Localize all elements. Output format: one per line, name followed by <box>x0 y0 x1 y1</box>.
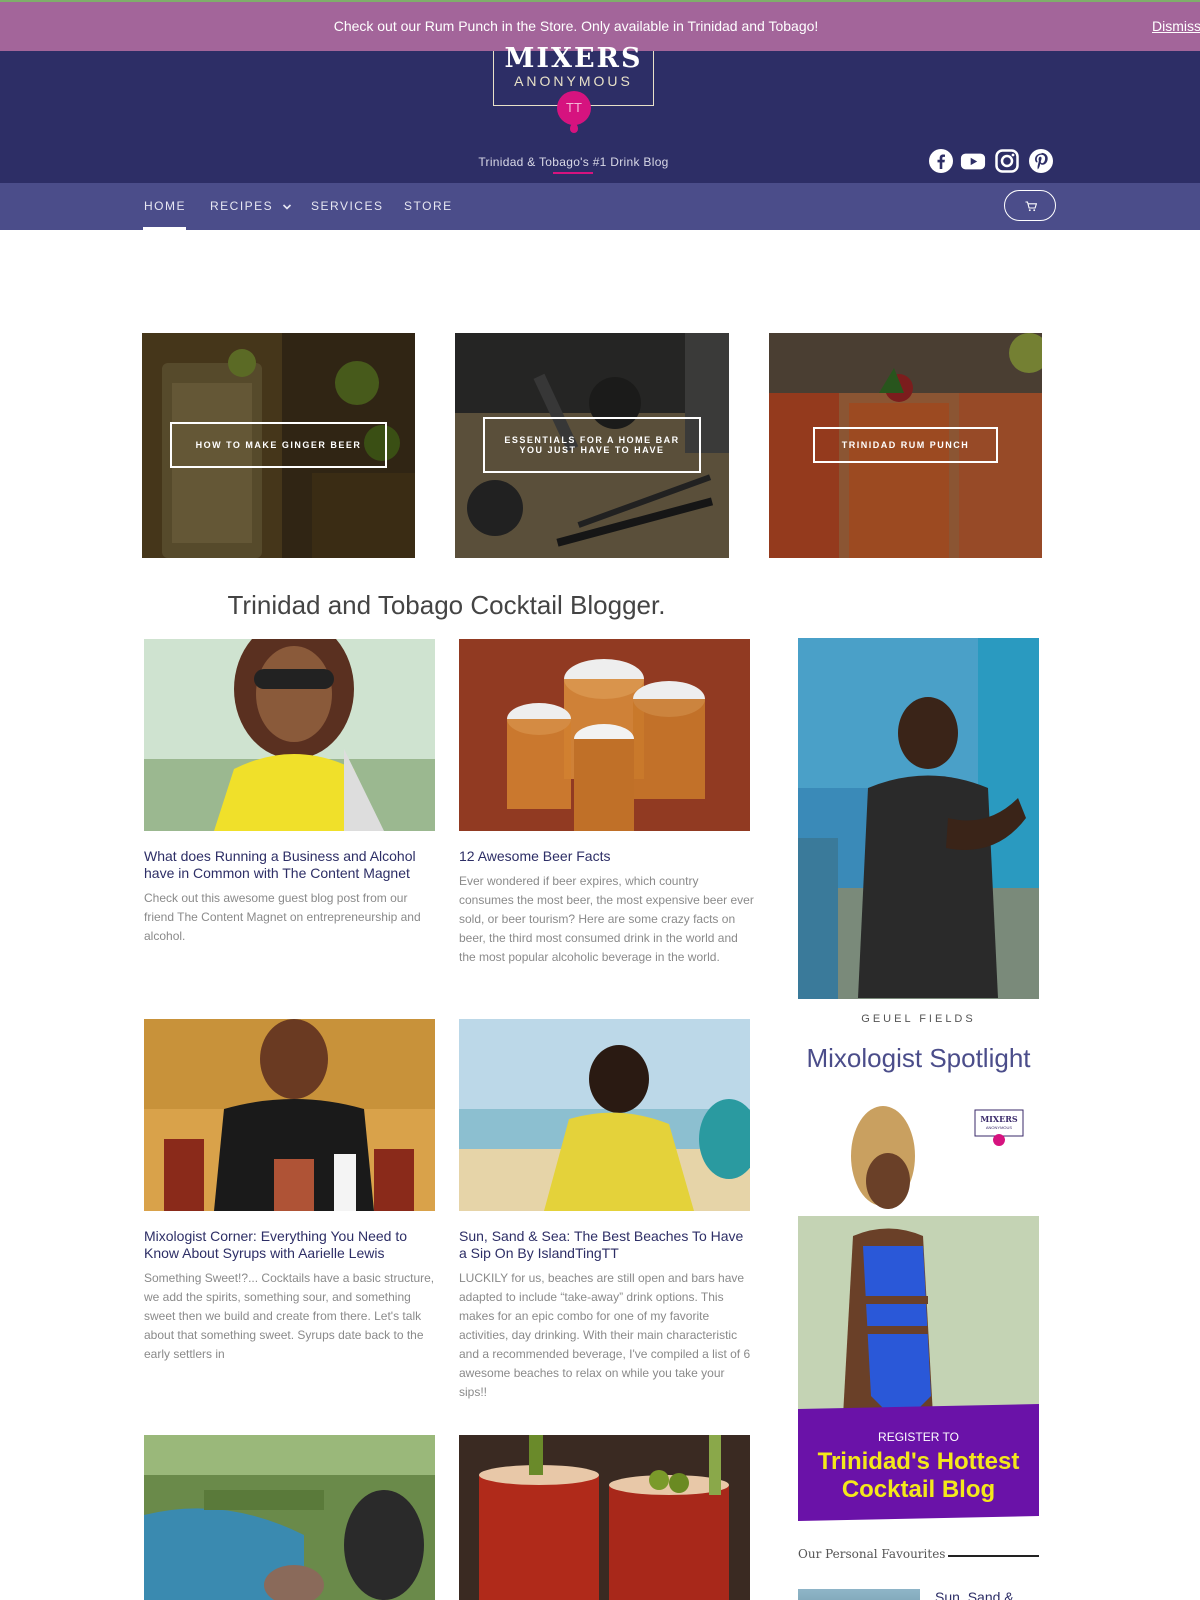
favourite-thumbnail[interactable] <box>798 1589 920 1600</box>
featured-tile-home-bar[interactable]: ESSENTIALS FOR A HOME BAR YOU JUST HAVE … <box>455 333 729 558</box>
post-image[interactable] <box>144 1019 435 1211</box>
ad-headline-2: Cocktail Blog <box>841 1476 996 1503</box>
post-photo-woman-sunglasses <box>144 639 435 831</box>
cart-button[interactable] <box>1004 190 1056 221</box>
spotlight-photo[interactable] <box>798 638 1039 999</box>
spotlight-heading[interactable]: Mixologist Spotlight <box>798 1043 1039 1074</box>
post-title[interactable]: Sun, Sand & Sea: The Best Beaches To Hav… <box>459 1228 750 1262</box>
nav-active-indicator <box>143 227 186 230</box>
post-title[interactable]: Mixologist Corner: Everything You Need t… <box>144 1228 435 1262</box>
featured-tile-rum-punch[interactable]: TRINIDAD RUM PUNCH <box>769 333 1042 558</box>
post-photo-mixologist <box>144 1019 435 1211</box>
ad-headline-1: Trinidad's Hottest <box>817 1448 1020 1475</box>
facebook-icon[interactable] <box>928 148 954 174</box>
nav-item-store[interactable]: STORE <box>404 199 453 213</box>
notice-text: Check out our Rum Punch in the Store. On… <box>333 18 819 34</box>
post-image[interactable] <box>459 1435 750 1600</box>
instagram-icon[interactable] <box>994 148 1020 174</box>
chevron-down-icon <box>282 204 292 210</box>
post-excerpt: Ever wondered if beer expires, which cou… <box>459 874 754 964</box>
site-logo[interactable]: MIXERS ANONYMOUS TT <box>493 43 654 133</box>
nav-item-recipes-label: RECIPES <box>210 199 274 213</box>
post-title[interactable]: 12 Awesome Beer Facts <box>459 848 750 865</box>
spotlight-photo-bartender <box>798 638 1039 999</box>
post-image[interactable] <box>144 1435 435 1600</box>
post-image[interactable] <box>459 639 750 831</box>
logo-subword: ANONYMOUS <box>514 73 633 89</box>
favourite-link[interactable]: Sun, Sand & <box>935 1589 1014 1600</box>
site-header: MIXERS ANONYMOUS TT Trinidad & Tobago's … <box>0 43 1200 183</box>
post-excerpt: Something Sweet!?... Cocktails have a ba… <box>144 1271 435 1361</box>
featured-label: TRINIDAD RUM PUNCH <box>813 427 998 463</box>
nav-item-services[interactable]: SERVICES <box>311 199 383 213</box>
tagline-underline <box>553 172 593 174</box>
post-image[interactable] <box>459 1019 750 1211</box>
logo-badge: TT <box>557 91 591 125</box>
ad-logo-subword: ANONYMOUS <box>985 1125 1013 1130</box>
register-ad-banner[interactable]: MIXERS ANONYMOUS REGISTER TO Trinidad's … <box>798 1096 1039 1521</box>
nav-item-home[interactable]: HOME <box>144 199 186 213</box>
dismiss-link[interactable]: Dismiss <box>1152 18 1200 34</box>
youtube-icon[interactable] <box>960 148 986 174</box>
logo-drop-icon <box>570 123 578 133</box>
post-excerpt: Check out this awesome guest blog post f… <box>144 891 421 943</box>
post-excerpt: LUCKILY for us, beaches are still open a… <box>459 1271 751 1399</box>
featured-label: ESSENTIALS FOR A HOME BAR YOU JUST HAVE … <box>483 417 701 473</box>
section-heading: Trinidad and Tobago Cocktail Blogger. <box>227 590 666 620</box>
favourites-divider <box>948 1555 1039 1557</box>
ad-register-text: REGISTER TO <box>878 1430 959 1444</box>
post-photo-beach <box>459 1019 750 1211</box>
featured-tile-ginger-beer[interactable]: HOW TO MAKE GINGER BEER <box>142 333 415 558</box>
favourites-heading: Our Personal Favourites <box>798 1547 946 1561</box>
nav-item-recipes[interactable]: RECIPES <box>210 199 292 213</box>
post-title[interactable]: What does Running a Business and Alcohol… <box>144 848 435 882</box>
main-nav: HOME RECIPES SERVICES STORE <box>0 183 1200 230</box>
post-photo-beer-toast <box>459 639 750 831</box>
post-photo-bay-view <box>144 1435 435 1600</box>
spotlight-name: GEUEL FIELDS <box>861 1013 976 1025</box>
ad-logo-wordmark: MIXERS <box>980 1114 1018 1124</box>
pinterest-icon[interactable] <box>1028 148 1054 174</box>
post-photo-caesar <box>459 1435 750 1600</box>
logo-wordmark: MIXERS <box>504 43 643 74</box>
post-image[interactable] <box>144 639 435 831</box>
cart-icon <box>1025 201 1037 212</box>
featured-label: HOW TO MAKE GINGER BEER <box>170 422 387 468</box>
